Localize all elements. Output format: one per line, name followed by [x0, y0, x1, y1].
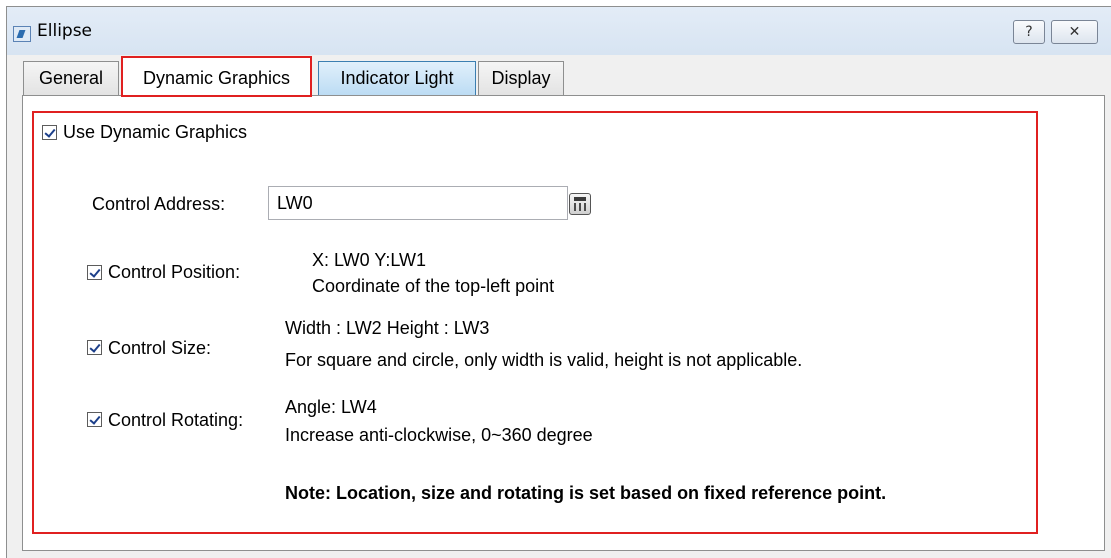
help-button[interactable]: ?	[1013, 20, 1045, 44]
use-dynamic-graphics-label: Use Dynamic Graphics	[63, 122, 248, 142]
control-size-values: Width : LW2 Height : LW3	[285, 318, 490, 338]
control-size-label: Control Size:	[108, 338, 212, 358]
control-position-checkbox[interactable]	[87, 265, 102, 280]
control-address-input[interactable]: LW0	[268, 186, 568, 220]
title-bar: Ellipse ? ✕	[7, 7, 1111, 55]
control-position-desc: Coordinate of the top-left point	[312, 276, 555, 296]
control-rotating-angle: Angle: LW4	[285, 397, 377, 417]
control-rotating-label: Control Rotating:	[108, 410, 244, 430]
control-rotating-checkbox[interactable]	[87, 412, 102, 427]
close-button[interactable]: ✕	[1051, 20, 1098, 44]
control-size-desc: For square and circle, only width is val…	[285, 350, 803, 370]
tab-dynamic-graphics[interactable]: Dynamic Graphics	[121, 56, 312, 97]
tab-indicator-light[interactable]: Indicator Light	[318, 61, 476, 95]
keypad-icon[interactable]	[569, 193, 591, 215]
control-address-label: Control Address:	[92, 194, 226, 214]
control-position-xy: X: LW0 Y:LW1	[312, 250, 427, 270]
control-position-label: Control Position:	[108, 262, 241, 282]
ellipse-app-icon	[13, 26, 31, 42]
highlight-frame	[32, 111, 1038, 534]
tab-general[interactable]: General	[23, 61, 119, 95]
use-dynamic-graphics-checkbox[interactable]	[42, 125, 57, 140]
tab-display[interactable]: Display	[478, 61, 564, 95]
window-title: Ellipse	[37, 21, 93, 41]
control-size-checkbox[interactable]	[87, 340, 102, 355]
note-text: Note: Location, size and rotating is set…	[285, 483, 887, 503]
control-rotating-desc: Increase anti-clockwise, 0~360 degree	[285, 425, 593, 445]
